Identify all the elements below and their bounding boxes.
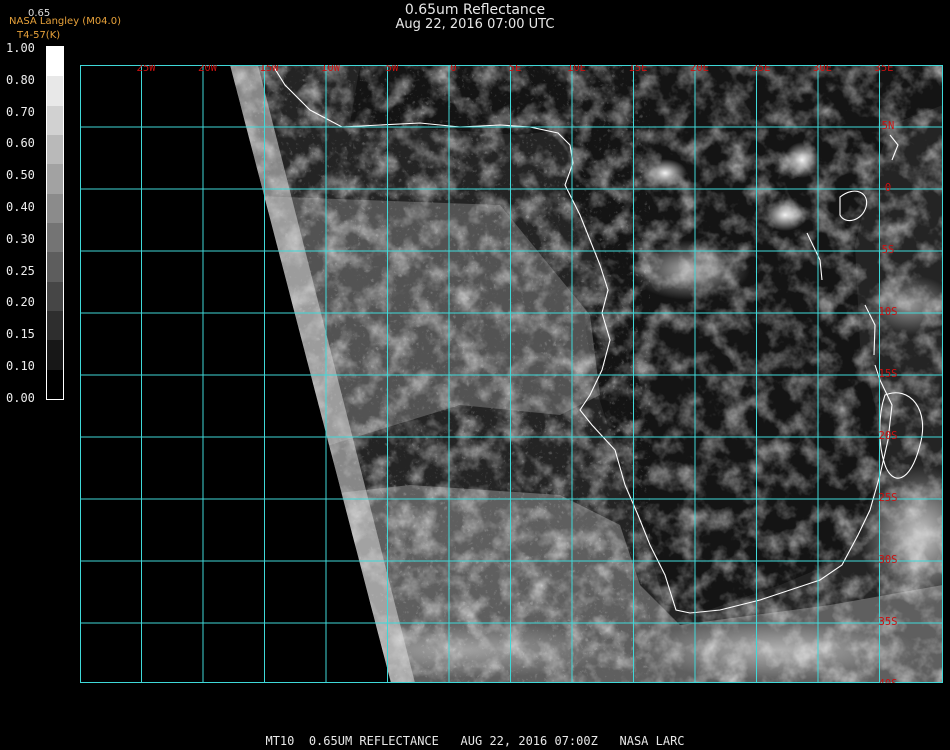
colorbar-label: 0.70 (6, 104, 35, 119)
latitude-label: 20S (879, 430, 898, 442)
longitude-label: 25W (137, 65, 157, 74)
colorbar-label: 0.40 (6, 200, 35, 214)
footer-caption: MT10 0.65UM REFLECTANCE AUG 22, 2016 07:… (265, 734, 685, 748)
convective-cell (763, 199, 807, 231)
latitude-label: 30S (879, 554, 898, 566)
colorbar-segment (47, 105, 63, 135)
image-datetime: Aug 22, 2016 07:00 UTC (395, 17, 555, 32)
colorbar-segment (47, 47, 63, 77)
colorbar-label: 0.15 (6, 327, 35, 342)
longitude-label: 0 (450, 65, 456, 74)
colorbar-segment (47, 369, 63, 399)
colorbar-segment (47, 252, 63, 282)
longitude-label: 20W (198, 65, 218, 74)
colorbar-label: 0.80 (6, 72, 35, 87)
latitude-label: 25S (879, 492, 898, 504)
longitude-label: 10E (567, 65, 586, 74)
latitude-label: 35S (879, 616, 898, 628)
longitude-label: 35E (875, 65, 894, 74)
convective-cell (784, 142, 820, 178)
colorbar-label: 0.60 (6, 136, 35, 151)
longitude-label: 5E (509, 65, 522, 74)
colorbar-label: 0.20 (6, 295, 35, 310)
colorbar-segment (47, 340, 63, 370)
colorbar-segment (47, 311, 63, 341)
colorbar-label: 0.30 (6, 231, 35, 246)
longitude-label: 20E (690, 65, 709, 74)
colorbar-segment (47, 76, 63, 106)
image-title: 0.65um Reflectance (404, 2, 546, 18)
longitude-label: 5W (386, 65, 399, 74)
latitude-label: 10S (879, 306, 898, 318)
satellite-map: 25W 20W 15W 10W 5W 0 5E 10E 15E 20E 25E 30E 35E 5N 0 5S… (80, 65, 943, 683)
colorbar-label: 1.00 (6, 41, 35, 55)
longitude-label: 10W (321, 65, 341, 74)
longitude-label: 15W (260, 65, 280, 74)
longitude-label: 25E (752, 65, 771, 74)
latitude-label: 5S (882, 244, 895, 256)
colorbar-segment (47, 223, 63, 253)
provider-label: NASA Langley (M04.0) (9, 16, 121, 27)
latitude-label: 15S (879, 368, 898, 380)
colorbar-label: 0.00 (6, 390, 35, 405)
colorbar-segment (47, 281, 63, 311)
latitude-label: 0 (885, 182, 891, 194)
convective-cell (630, 240, 750, 300)
reflectance-colorbar (46, 46, 64, 400)
longitude-label: 30E (813, 65, 832, 74)
longitude-label: 15E (629, 65, 648, 74)
colorbar-segment (47, 164, 63, 194)
colorbar-label: 0.50 (6, 168, 35, 183)
version-label: T4-57(K) (17, 30, 61, 41)
colorbar-segment (47, 193, 63, 223)
latitude-label: 40S (879, 678, 898, 683)
latitude-label: 5N (882, 120, 895, 132)
colorbar-label: 0.10 (6, 359, 35, 373)
colorbar-label: 0.25 (6, 263, 35, 278)
convective-cell (643, 159, 687, 187)
bright-cloud-field (640, 620, 920, 680)
map-svg: 25W 20W 15W 10W 5W 0 5E 10E 15E 20E 25E 30E 35E 5N 0 5S… (80, 65, 943, 683)
colorbar-segment (47, 135, 63, 165)
